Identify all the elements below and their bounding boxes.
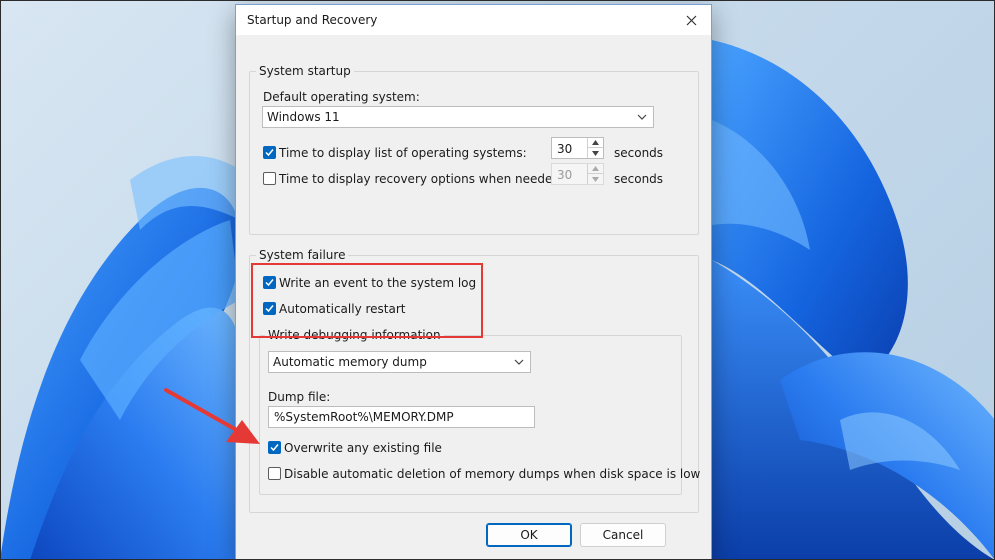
cancel-button-label: Cancel: [602, 528, 644, 542]
system-startup-legend: System startup: [256, 64, 354, 78]
display-recovery-checkbox[interactable]: [263, 172, 276, 185]
display-list-value: 30: [557, 142, 573, 156]
spin-down-button[interactable]: [588, 148, 603, 158]
display-recovery-value: 30: [557, 168, 573, 182]
close-button[interactable]: [671, 5, 711, 35]
display-list-unit: seconds: [614, 146, 664, 160]
disable-auto-delete-label: Disable automatic deletion of memory dum…: [284, 467, 701, 481]
default-os-value: Windows 11: [267, 110, 340, 124]
display-recovery-label: Time to display recovery options when ne…: [279, 172, 565, 186]
disable-auto-delete-checkbox[interactable]: [268, 467, 281, 480]
chevron-down-icon: [637, 114, 647, 120]
dump-type-select[interactable]: Automatic memory dump: [268, 351, 531, 373]
close-icon: [686, 15, 696, 25]
default-os-label: Default operating system:: [263, 90, 420, 104]
cancel-button[interactable]: Cancel: [580, 523, 666, 547]
default-os-select[interactable]: Windows 11: [262, 106, 654, 128]
annotation-arrow: [164, 388, 260, 444]
system-failure-legend: System failure: [256, 248, 349, 262]
dump-type-value: Automatic memory dump: [273, 355, 427, 369]
spin-up-button[interactable]: [588, 138, 603, 148]
title-bar[interactable]: Startup and Recovery: [236, 5, 711, 35]
checkmark-icon: [270, 444, 279, 452]
ok-button[interactable]: OK: [486, 523, 572, 547]
caret-down-icon: [592, 176, 599, 182]
dump-file-label: Dump file:: [268, 390, 331, 404]
caret-down-icon: [592, 150, 599, 156]
display-recovery-unit: seconds: [614, 172, 664, 186]
caret-up-icon: [592, 140, 599, 145]
dialog-title: Startup and Recovery: [247, 13, 378, 27]
spin-up-button-disabled: [588, 164, 603, 174]
annotation-highlight-box: [251, 263, 483, 338]
spin-down-button-disabled: [588, 174, 603, 184]
dump-file-value: %SystemRoot%\MEMORY.DMP: [274, 410, 454, 424]
display-list-label: Time to display list of operating system…: [279, 146, 527, 160]
display-list-spinner[interactable]: 30: [551, 137, 604, 159]
display-list-checkbox[interactable]: [263, 146, 276, 159]
dump-file-input[interactable]: %SystemRoot%\MEMORY.DMP: [268, 406, 535, 428]
display-recovery-spinner: 30: [551, 163, 604, 185]
overwrite-label: Overwrite any existing file: [284, 441, 442, 455]
checkmark-icon: [265, 149, 274, 157]
chevron-down-icon: [514, 359, 524, 365]
caret-up-icon: [592, 166, 599, 171]
ok-button-label: OK: [520, 528, 538, 542]
